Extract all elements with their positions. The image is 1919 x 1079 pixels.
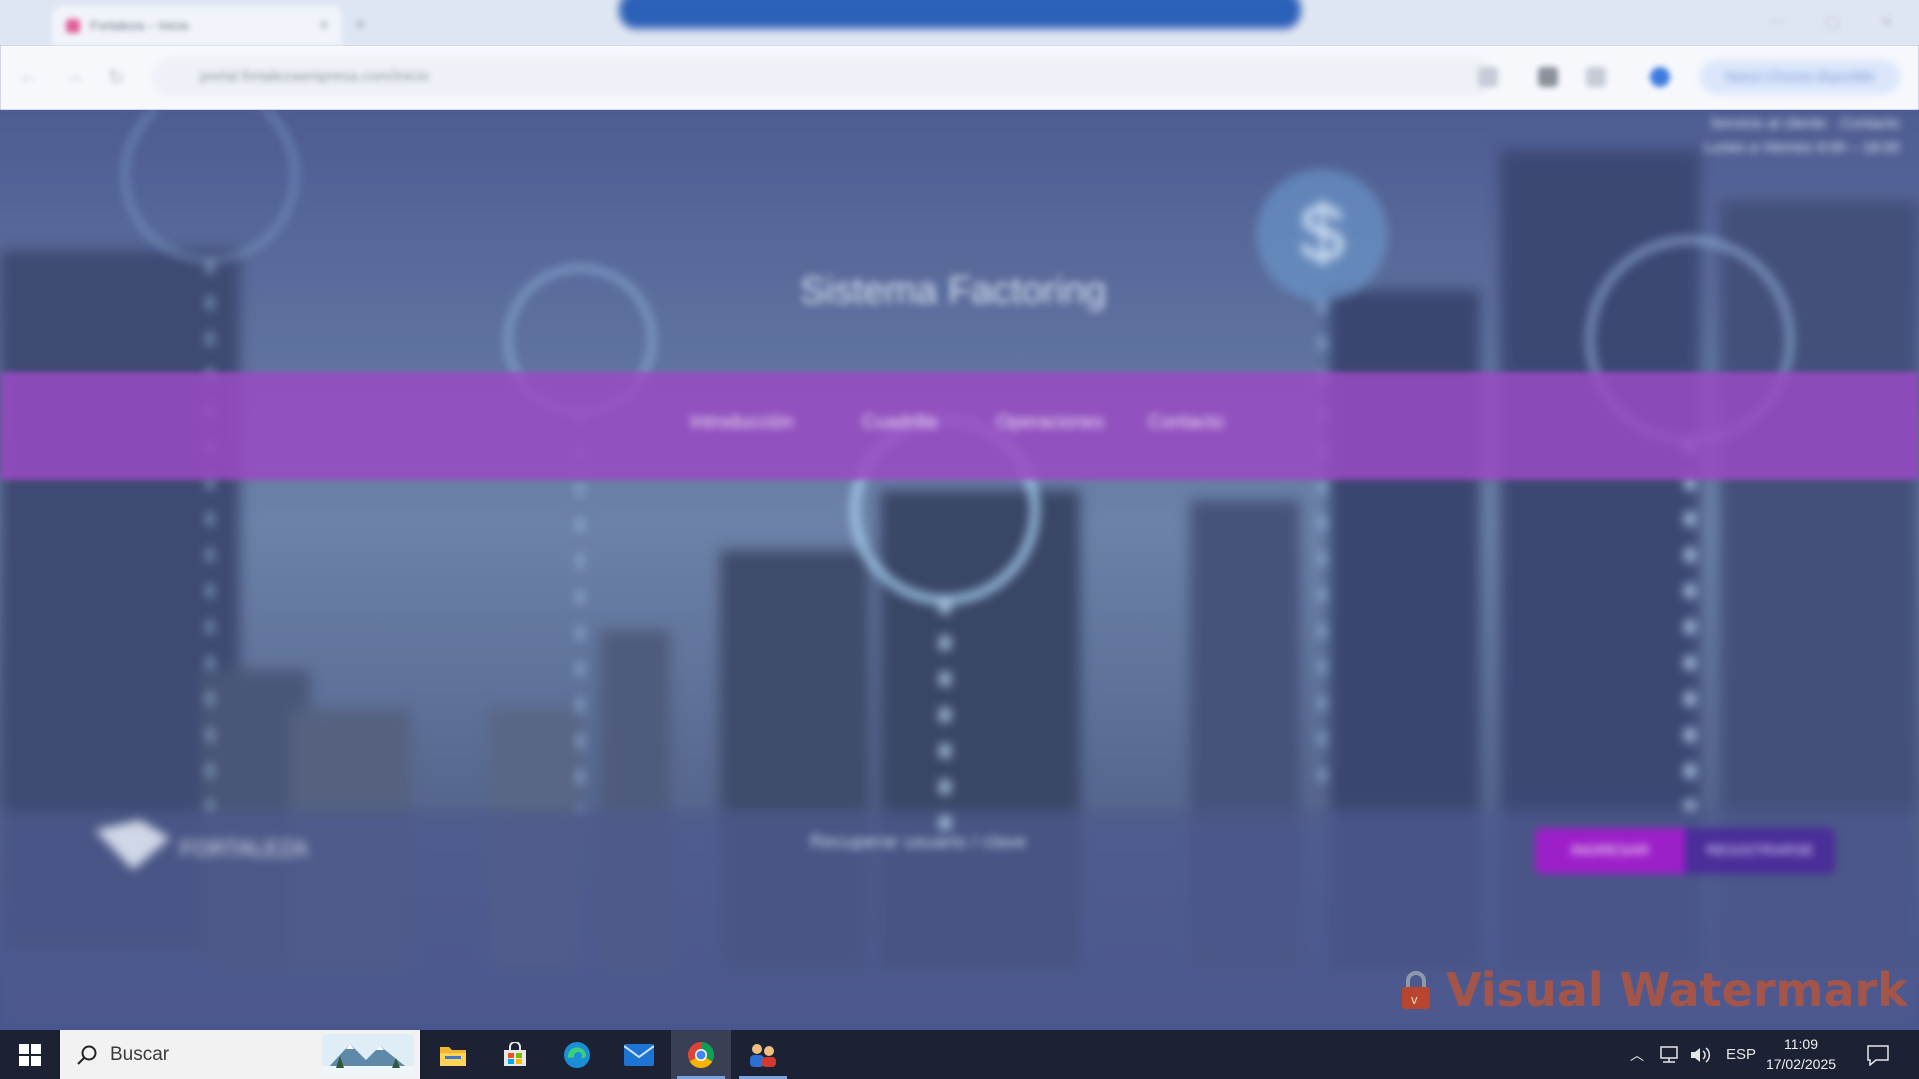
windows-logo-icon: [19, 1043, 41, 1066]
browser-toolbar: ← → ↻ portal.fortalezaempresa.com/Inicio…: [0, 45, 1919, 110]
company-logo[interactable]: FORTALEZA: [95, 820, 355, 875]
taskbar-search-box[interactable]: Buscar: [60, 1030, 420, 1079]
edge-icon: [564, 1041, 590, 1068]
mail-icon: [624, 1043, 654, 1066]
screen-share-notice: [618, 0, 1302, 30]
show-hidden-icons-chevron-icon[interactable]: ︿: [1630, 1045, 1644, 1065]
people-icon: [750, 1043, 776, 1067]
folder-icon: [440, 1046, 466, 1066]
menu-item-introduccion[interactable]: Introducción: [690, 412, 794, 434]
start-button[interactable]: [0, 1030, 60, 1079]
header-contact-info: Servicio al cliente · Contacto Lunes a V…: [1590, 112, 1900, 160]
auth-buttons: INGRESAR REGISTRARSE: [1535, 828, 1835, 874]
clock-time: 11:09: [1784, 1036, 1818, 1052]
windows-taskbar: Buscar ︿ ESP 11:09 17/02/2025: [0, 1030, 1919, 1079]
taskbar-mail[interactable]: [609, 1030, 669, 1079]
contact-line: Servicio al cliente · Contacto: [1709, 115, 1900, 132]
taskbar-microsoft-store[interactable]: [485, 1030, 545, 1079]
close-tab-icon[interactable]: ✕: [318, 17, 330, 34]
new-tab-icon[interactable]: +: [354, 12, 367, 38]
extension-icon[interactable]: [1538, 67, 1558, 87]
store-icon: [504, 1041, 526, 1066]
site-favicon-icon: [66, 18, 80, 33]
maximize-icon[interactable]: ▢: [1825, 12, 1840, 32]
browser-tab[interactable]: Fortaleza – Inicio ✕: [52, 6, 342, 45]
browser-tabstrip: Fortaleza – Inicio ✕ + — ▢ ✕: [0, 0, 1919, 45]
extensions-puzzle-icon[interactable]: [1586, 67, 1606, 87]
action-center-button[interactable]: [1866, 1030, 1890, 1079]
login-button[interactable]: INGRESAR: [1535, 828, 1685, 874]
menu-item-cuadrilla[interactable]: Cuadrilla: [862, 412, 937, 434]
page-headline: Sistema Factoring: [800, 270, 1107, 312]
taskbar-file-explorer[interactable]: [423, 1030, 483, 1079]
menu-item-operaciones[interactable]: Operaciones: [996, 412, 1104, 434]
reload-icon[interactable]: ↻: [108, 65, 125, 90]
minimize-icon[interactable]: —: [1770, 12, 1786, 30]
taskbar-clock[interactable]: 11:09 17/02/2025: [1758, 1034, 1844, 1074]
watermark-text: Visual Watermark: [1446, 963, 1908, 1017]
web-page: $ Servicio al cliente · Contacto Lunes a…: [0, 110, 1919, 1030]
logo-text: FORTALEZA: [180, 836, 308, 861]
language-indicator[interactable]: ESP: [1726, 1046, 1756, 1063]
search-placeholder: Buscar: [110, 1043, 170, 1065]
network-icons-overlay: $: [122, 110, 1794, 830]
logo-mark-icon: FORTALEZA: [95, 820, 308, 870]
tab-title: Fortaleza – Inicio: [90, 18, 189, 33]
taskbar-edge[interactable]: [547, 1030, 607, 1079]
menu-item-contacto[interactable]: Contacto: [1148, 412, 1224, 434]
system-tray: ︿ ESP: [1630, 1030, 1756, 1079]
close-window-icon[interactable]: ✕: [1880, 12, 1893, 32]
volume-icon[interactable]: [1690, 1046, 1712, 1064]
taskbar-chrome[interactable]: [671, 1030, 731, 1079]
search-highlight-mountain-icon: [322, 1034, 414, 1075]
svg-text:v: v: [1411, 992, 1418, 1007]
notifications-icon: [1867, 1044, 1889, 1066]
back-icon[interactable]: ←: [18, 65, 38, 88]
taskbar-people-app[interactable]: [733, 1030, 793, 1079]
recover-credentials-link[interactable]: Recuperar usuario / clave: [810, 832, 1027, 854]
chrome-icon: [688, 1041, 714, 1068]
bookmark-star-icon[interactable]: [1478, 67, 1498, 87]
forward-icon[interactable]: →: [64, 65, 84, 88]
main-menu-band: [0, 372, 1919, 480]
register-button[interactable]: REGISTRARSE: [1685, 828, 1835, 874]
hours-line: Lunes a Viernes 9:00 – 18:00: [1704, 139, 1900, 156]
svg-text:$: $: [1300, 188, 1345, 277]
chrome-update-button[interactable]: Nuevo Chrome disponible: [1700, 60, 1900, 94]
visual-watermark: v Visual Watermark: [1400, 963, 1908, 1017]
address-url: portal.fortalezaempresa.com/Inicio: [200, 68, 430, 85]
address-bar[interactable]: portal.fortalezaempresa.com/Inicio: [152, 57, 1492, 97]
padlock-icon: v: [1402, 971, 1430, 1009]
clock-date: 17/02/2025: [1765, 1056, 1837, 1072]
network-icon[interactable]: [1658, 1045, 1680, 1064]
search-icon: [77, 1045, 97, 1065]
profile-avatar-icon[interactable]: [1650, 67, 1670, 87]
